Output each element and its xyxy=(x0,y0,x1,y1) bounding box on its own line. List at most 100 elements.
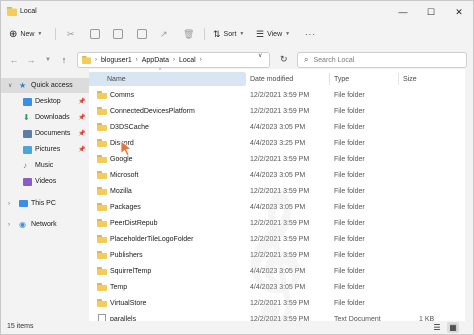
forward-button[interactable]: → xyxy=(25,54,37,66)
table-row[interactable]: PlaceholderTileLogoFolder 12/2/2021 3:59 … xyxy=(89,231,465,247)
folder-icon xyxy=(97,123,107,131)
back-button[interactable]: ← xyxy=(8,54,20,66)
file-type: File folder xyxy=(334,171,365,179)
nav-item-quick-access[interactable]: ∨ ★ Quick access xyxy=(1,78,89,93)
column-header-size[interactable]: Size xyxy=(399,72,459,86)
table-row[interactable]: ConnectedDevicesPlatform 12/2/2021 3:59 P… xyxy=(89,103,465,119)
nav-item-this-pc[interactable]: › This PC xyxy=(1,196,89,211)
file-type: File folder xyxy=(334,235,365,243)
table-row[interactable]: Mozilla 12/2/2021 3:59 PM File folder xyxy=(89,183,465,199)
recent-locations-button[interactable]: ▼ xyxy=(42,54,54,66)
downloads-icon: ⬇ xyxy=(23,113,30,122)
close-button[interactable]: ✕ xyxy=(445,1,473,23)
arrow-left-icon: ← xyxy=(9,55,19,65)
nav-item-music[interactable]: ♪ Music xyxy=(1,158,89,173)
refresh-icon: ↻ xyxy=(280,54,288,64)
breadcrumb-bloguser1[interactable]: bloguser1 xyxy=(101,57,132,64)
table-row[interactable]: Publishers 12/2/2021 3:59 PM File folder xyxy=(89,247,465,263)
nav-item-documents[interactable]: Documents 📌 xyxy=(1,126,89,141)
table-row[interactable]: Microsoft 4/4/2023 3:05 PM File folder xyxy=(89,167,465,183)
copy-button[interactable] xyxy=(90,26,100,42)
rename-button[interactable] xyxy=(137,26,147,42)
table-row[interactable]: Packages 4/4/2023 3:05 PM File folder xyxy=(89,199,465,215)
chevron-down-icon: ∨ xyxy=(258,53,263,59)
sort-button[interactable]: ⇅ Sort ▼ xyxy=(213,26,244,42)
folder-icon xyxy=(97,91,107,99)
table-row[interactable]: Temp 4/4/2023 3:05 PM File folder xyxy=(89,279,465,295)
pc-icon xyxy=(19,200,28,207)
more-options-button[interactable]: ··· xyxy=(305,26,316,42)
table-row[interactable]: SquirrelTemp 4/4/2023 3:05 PM File folder xyxy=(89,263,465,279)
nav-item-desktop[interactable]: Desktop 📌 xyxy=(1,94,89,109)
documents-icon xyxy=(23,129,32,138)
maximize-button[interactable]: ☐ xyxy=(417,1,445,23)
address-dropdown-button[interactable]: ∨ xyxy=(258,52,262,59)
folder-icon xyxy=(97,203,107,211)
column-header-name[interactable]: ^ Name xyxy=(89,68,245,86)
column-header-date[interactable]: Date modified xyxy=(246,72,329,86)
folder-icon xyxy=(7,7,17,16)
nav-item-downloads[interactable]: ⬇ Downloads 📌 xyxy=(1,110,89,125)
trash-icon: 🗑 xyxy=(183,28,195,39)
table-row[interactable]: PeerDistRepub 12/2/2021 3:59 PM File folde… xyxy=(89,215,465,231)
divider xyxy=(204,28,205,40)
file-date-modified: 4/4/2023 3:05 PM xyxy=(250,123,306,131)
breadcrumb-appdata[interactable]: AppData xyxy=(142,57,169,64)
folder-icon xyxy=(97,171,107,179)
file-date-modified: 12/2/2021 3:59 PM xyxy=(250,219,310,227)
nav-item-videos[interactable]: Videos xyxy=(1,174,89,189)
nav-item-network[interactable]: › ◉ Network xyxy=(1,217,89,232)
file-explorer-window: Local — ☐ ✕ ⊕ New ▼ ✂ ↗ 🗑 ⇅ Sort ▼ ☰ Vie… xyxy=(0,0,474,335)
table-row[interactable]: VirtualStore 12/2/2021 3:59 PM File folder xyxy=(89,295,465,311)
delete-button[interactable]: 🗑 xyxy=(183,26,194,42)
window-title: Local xyxy=(20,8,37,15)
column-header-type[interactable]: Type xyxy=(330,72,398,86)
sort-icon: ⇅ xyxy=(213,28,221,39)
chevron-down-icon: ▼ xyxy=(45,57,51,63)
file-list: ^ Name Date modified Type Size Comms 12/2… xyxy=(89,68,465,324)
nav-label: Downloads xyxy=(35,114,70,121)
view-button[interactable]: ☰ View ▼ xyxy=(256,26,290,42)
file-name: D3DSCache xyxy=(110,123,149,131)
address-bar[interactable]: › bloguser1 › AppData › Local › xyxy=(77,52,270,68)
nav-item-pictures[interactable]: Pictures 📌 xyxy=(1,142,89,157)
chevron-right-icon: › xyxy=(199,57,202,63)
file-type: File folder xyxy=(334,107,365,115)
refresh-button[interactable]: ↻ xyxy=(280,54,288,65)
arrow-right-icon: → xyxy=(26,55,36,65)
column-header-label: Date modified xyxy=(250,75,294,83)
address-row: ← → ▼ ↑ › bloguser1 › AppData › Local › … xyxy=(1,49,473,71)
file-name: Mozilla xyxy=(110,187,132,195)
table-row[interactable]: Comms 12/2/2021 3:59 PM File folder xyxy=(89,87,465,103)
new-button[interactable]: ⊕ New ▼ xyxy=(9,26,42,42)
folder-icon xyxy=(82,56,91,64)
table-row[interactable]: Discord4/4/2023 3:25 PMFile folder xyxy=(89,135,465,151)
folder-icon xyxy=(97,187,107,195)
title-bar[interactable]: Local — ☐ ✕ xyxy=(1,1,473,23)
file-type: File folder xyxy=(334,267,365,275)
copy-icon xyxy=(90,29,100,39)
paste-button[interactable] xyxy=(113,26,123,42)
table-row[interactable]: D3DSCache 4/4/2023 3:05 PM File folder xyxy=(89,119,465,135)
tiles-view-icon: ▦ xyxy=(449,323,457,332)
arrow-up-icon: ↑ xyxy=(61,55,67,65)
tiles-view-button[interactable]: ▦ xyxy=(447,322,459,333)
details-view-button[interactable]: ☰ xyxy=(431,322,443,333)
search-input[interactable]: ⌕ Search Local xyxy=(297,52,467,68)
share-button[interactable]: ↗ xyxy=(160,26,168,42)
minimize-button[interactable]: — xyxy=(389,1,417,23)
breadcrumb-local[interactable]: Local xyxy=(179,57,196,64)
file-name: Comms xyxy=(110,91,135,99)
file-name: Microsoft xyxy=(110,171,139,179)
pin-icon: 📌 xyxy=(78,131,86,137)
pin-icon: 📌 xyxy=(78,147,86,153)
column-header-label: Name xyxy=(107,75,126,83)
search-placeholder: Search Local xyxy=(313,56,355,64)
table-row[interactable]: Google 12/2/2021 3:59 PM File folder xyxy=(89,151,465,167)
minimize-icon: — xyxy=(398,7,408,17)
up-button[interactable]: ↑ xyxy=(58,54,70,66)
network-icon: ◉ xyxy=(19,220,26,229)
cut-button[interactable]: ✂ xyxy=(67,26,75,42)
plus-icon: ⊕ xyxy=(9,28,18,40)
nav-label: Videos xyxy=(35,178,57,185)
